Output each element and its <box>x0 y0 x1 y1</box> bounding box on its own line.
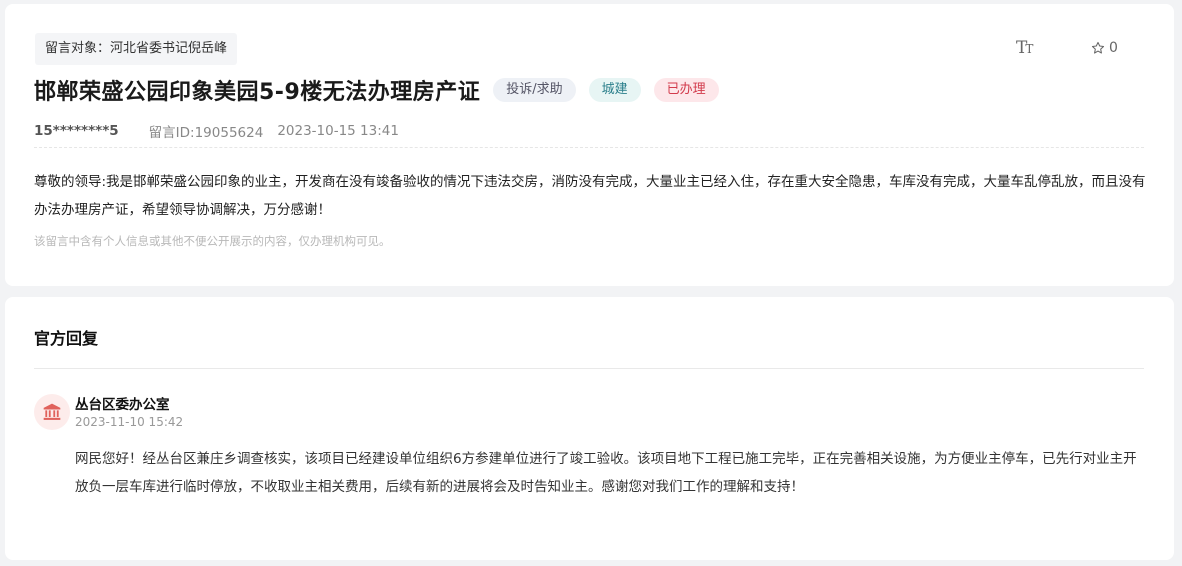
message-user: 15********5 <box>34 123 119 139</box>
reply-org: 丛台区委办公室 <box>75 397 170 413</box>
favorite-count: 0 <box>1109 40 1118 56</box>
privacy-note: 该留言中含有个人信息或其他不便公开展示的内容，仅办理机构可见。 <box>34 234 391 248</box>
message-id: 留言ID:19055624 <box>148 125 264 141</box>
status-badge: 已办理 <box>653 78 719 102</box>
government-building-icon <box>43 403 61 420</box>
reply-datetime: 2023-11-10 15:42 <box>75 415 184 429</box>
divider <box>34 368 1144 369</box>
message-body: 尊敬的领导:我是邯郸荣盛公园印象的业主，开发商在没有竣备验收的情况下违法交房，消… <box>34 174 1146 218</box>
text-size-icon[interactable]: TT <box>1016 38 1033 58</box>
message-title: 邯郸荣盛公园印象美园5-9楼无法办理房产证 <box>34 80 481 105</box>
reply-card: 官方回复 丛台区委办公室 2023-11-10 15:42 网民您好！经丛台区兼… <box>5 297 1174 560</box>
reply-heading: 官方回复 <box>34 329 99 348</box>
category-badge: 城建 <box>588 78 641 102</box>
type-badge: 投诉/求助 <box>493 78 576 102</box>
star-outline-icon <box>1091 41 1105 54</box>
message-card: 留言对象：河北省委书记倪岳峰 TT 0 邯郸荣盛公园印象美园5-9楼无法办理房产… <box>5 4 1174 286</box>
reply-body: 网民您好！经丛台区兼庄乡调查核实，该项目已经建设单位组织6方参建单位进行了竣工验… <box>75 451 1137 495</box>
title-row: 邯郸荣盛公园印象美园5-9楼无法办理房产证 投诉/求助 城建 已办理 <box>34 72 719 108</box>
message-meta: 15********5 留言ID:19055624 2023-10-15 13:… <box>34 120 399 142</box>
message-datetime: 2023-10-15 13:41 <box>277 123 399 139</box>
avatar <box>34 394 70 430</box>
message-target: 留言对象：河北省委书记倪岳峰 <box>35 33 238 65</box>
divider <box>34 147 1144 148</box>
favorite-button[interactable]: 0 <box>1091 40 1118 56</box>
